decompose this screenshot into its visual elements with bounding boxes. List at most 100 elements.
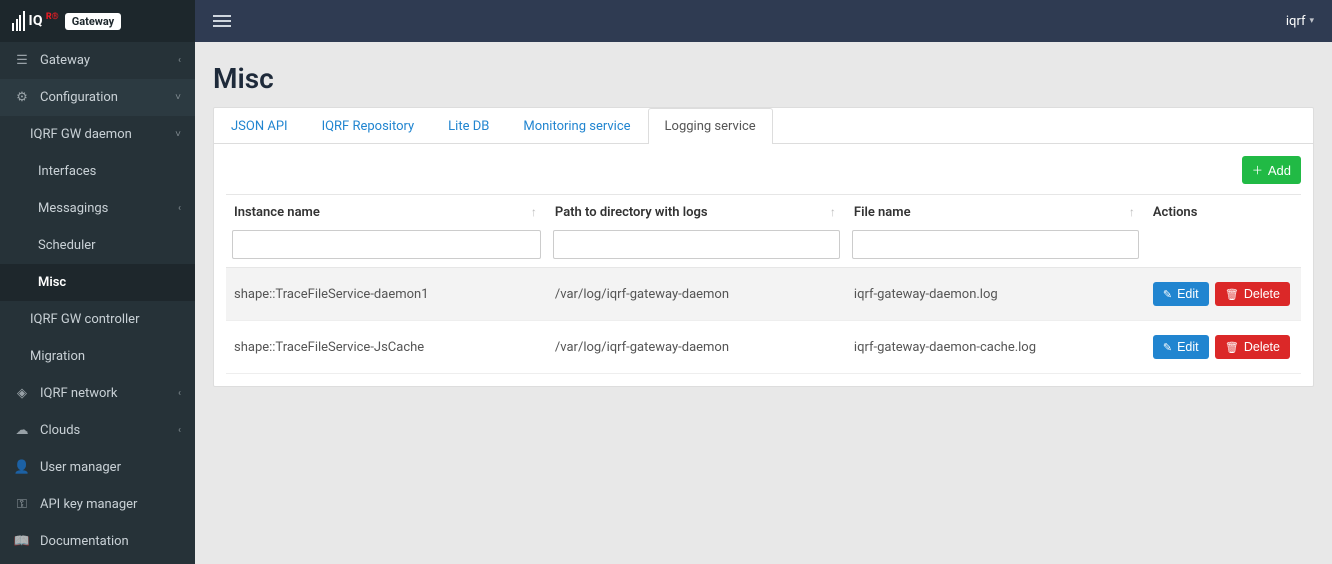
- col-label: File name: [854, 205, 911, 220]
- sidebar-item-label: IQRF GW controller: [30, 312, 181, 327]
- sidebar-item-label: Misc: [38, 275, 181, 290]
- cell-file: iqrf-gateway-daemon-cache.log: [846, 321, 1145, 374]
- chevron-down-icon: ˅: [175, 92, 181, 103]
- tab-iqrf-repository[interactable]: IQRF Repository: [305, 108, 432, 144]
- filter-instance-input[interactable]: [232, 230, 541, 259]
- tab-lite-db[interactable]: Lite DB: [431, 108, 506, 144]
- edit-button[interactable]: ✎ Edit: [1153, 335, 1209, 359]
- brand-logo[interactable]: IQ R® Gateway: [0, 0, 195, 42]
- sidebar-item-label: Messagings: [38, 201, 178, 216]
- brand-r-icon: R®: [46, 12, 59, 22]
- signal-icon: [12, 11, 25, 31]
- user-name: iqrf: [1286, 14, 1306, 29]
- sidebar-item-label: Migration: [30, 349, 181, 364]
- topbar: iqrf ▾: [195, 0, 1332, 42]
- table-row: shape::TraceFileService-JsCache /var/log…: [226, 321, 1301, 374]
- gear-icon: ⚙: [14, 90, 30, 105]
- edit-label: Edit: [1177, 340, 1199, 354]
- sort-arrow-icon: ↑: [531, 205, 537, 219]
- book-icon: 📖: [14, 534, 30, 549]
- sidebar-item-iqrf-gw-controller[interactable]: IQRF GW controller: [0, 301, 195, 338]
- sidebar-item-label: Clouds: [40, 423, 178, 438]
- sidebar-toggle[interactable]: [213, 15, 231, 27]
- chevron-down-icon: ˅: [175, 129, 181, 140]
- sidebar-item-iqrf-gw-daemon[interactable]: IQRF GW daemon ˅: [0, 116, 195, 153]
- sidebar-item-user-manager[interactable]: 👤 User manager: [0, 449, 195, 486]
- filter-file-input[interactable]: [852, 230, 1139, 259]
- chevron-left-icon: ‹: [178, 425, 181, 436]
- trash-icon: 🗑: [1225, 288, 1239, 301]
- sidebar-item-label: User manager: [40, 460, 181, 475]
- edit-button[interactable]: ✎ Edit: [1153, 282, 1209, 306]
- delete-button[interactable]: 🗑 Delete: [1215, 282, 1290, 306]
- sidebar-item-iqrf-network[interactable]: ◈ IQRF network ‹: [0, 375, 195, 412]
- cell-file: iqrf-gateway-daemon.log: [846, 268, 1145, 321]
- delete-label: Delete: [1244, 340, 1280, 354]
- chevron-left-icon: ‹: [178, 388, 181, 399]
- add-button-label: Add: [1268, 163, 1291, 178]
- delete-label: Delete: [1244, 287, 1280, 301]
- key-icon: ⚿: [14, 497, 30, 512]
- sidebar-item-configuration[interactable]: ⚙ Configuration ˅: [0, 79, 195, 116]
- main-area: iqrf ▾ Misc JSON API IQRF Repository Lit…: [195, 0, 1332, 564]
- cell-instance: shape::TraceFileService-JsCache: [226, 321, 547, 374]
- sidebar-item-misc[interactable]: Misc: [0, 264, 195, 301]
- cloud-icon: ☁: [14, 423, 30, 438]
- cell-path: /var/log/iqrf-gateway-daemon: [547, 321, 846, 374]
- col-path[interactable]: Path to directory with logs ↑: [547, 195, 846, 227]
- chevron-left-icon: ‹: [178, 55, 181, 66]
- sidebar-item-label: Documentation: [40, 534, 181, 549]
- tab-logging-service[interactable]: Logging service: [648, 108, 773, 144]
- cell-path: /var/log/iqrf-gateway-daemon: [547, 268, 846, 321]
- col-instance[interactable]: Instance name ↑: [226, 195, 547, 227]
- brand-text: IQ: [29, 13, 43, 29]
- col-file[interactable]: File name ↑: [846, 195, 1145, 227]
- user-icon: 👤: [14, 460, 30, 475]
- pencil-icon: ✎: [1163, 341, 1172, 354]
- sidebar: IQ R® Gateway ☰ Gateway ‹ ⚙ Configuratio…: [0, 0, 195, 564]
- sidebar-item-gateway[interactable]: ☰ Gateway ‹: [0, 42, 195, 79]
- sidebar-item-label: Gateway: [40, 53, 178, 68]
- plus-icon: ＋: [1252, 162, 1263, 178]
- sidebar-item-migration[interactable]: Migration: [0, 338, 195, 375]
- col-label: Actions: [1153, 205, 1198, 220]
- sidebar-item-label: Configuration: [40, 90, 175, 105]
- card-panel: JSON API IQRF Repository Lite DB Monitor…: [213, 107, 1314, 387]
- sidebar-nav: ☰ Gateway ‹ ⚙ Configuration ˅ IQRF GW da…: [0, 42, 195, 560]
- brand-badge: Gateway: [65, 13, 121, 30]
- sidebar-item-label: API key manager: [40, 497, 181, 512]
- sidebar-item-clouds[interactable]: ☁ Clouds ‹: [0, 412, 195, 449]
- caret-down-icon: ▾: [1309, 16, 1314, 26]
- menu-icon: ☰: [14, 53, 30, 68]
- brand-mark: IQ R®: [12, 11, 59, 31]
- sidebar-item-documentation[interactable]: 📖 Documentation: [0, 523, 195, 560]
- tab-json-api[interactable]: JSON API: [214, 108, 305, 144]
- sidebar-item-label: Scheduler: [38, 238, 181, 253]
- col-label: Path to directory with logs: [555, 205, 708, 220]
- trash-icon: 🗑: [1225, 341, 1239, 354]
- sidebar-item-scheduler[interactable]: Scheduler: [0, 227, 195, 264]
- sort-arrow-icon: ↑: [830, 205, 836, 219]
- cell-instance: shape::TraceFileService-daemon1: [226, 268, 547, 321]
- user-menu[interactable]: iqrf ▾: [1286, 14, 1314, 29]
- delete-button[interactable]: 🗑 Delete: [1215, 335, 1290, 359]
- col-actions: Actions: [1145, 195, 1301, 227]
- sidebar-item-label: Interfaces: [38, 164, 181, 179]
- sidebar-item-api-key-manager[interactable]: ⚿ API key manager: [0, 486, 195, 523]
- sort-arrow-icon: ↑: [1129, 205, 1135, 219]
- chevron-left-icon: ‹: [178, 203, 181, 214]
- wifi-icon: ◈: [14, 386, 30, 401]
- sidebar-item-messagings[interactable]: Messagings ‹: [0, 190, 195, 227]
- sidebar-item-label: IQRF network: [40, 386, 178, 401]
- tab-monitoring-service[interactable]: Monitoring service: [506, 108, 647, 144]
- edit-label: Edit: [1177, 287, 1199, 301]
- filter-path-input[interactable]: [553, 230, 840, 259]
- col-label: Instance name: [234, 205, 320, 220]
- table-row: shape::TraceFileService-daemon1 /var/log…: [226, 268, 1301, 321]
- pencil-icon: ✎: [1163, 288, 1172, 301]
- add-button[interactable]: ＋ Add: [1242, 156, 1301, 184]
- page-title: Misc: [213, 62, 1314, 95]
- tabs: JSON API IQRF Repository Lite DB Monitor…: [214, 108, 1313, 144]
- sidebar-item-interfaces[interactable]: Interfaces: [0, 153, 195, 190]
- sidebar-item-label: IQRF GW daemon: [30, 127, 175, 142]
